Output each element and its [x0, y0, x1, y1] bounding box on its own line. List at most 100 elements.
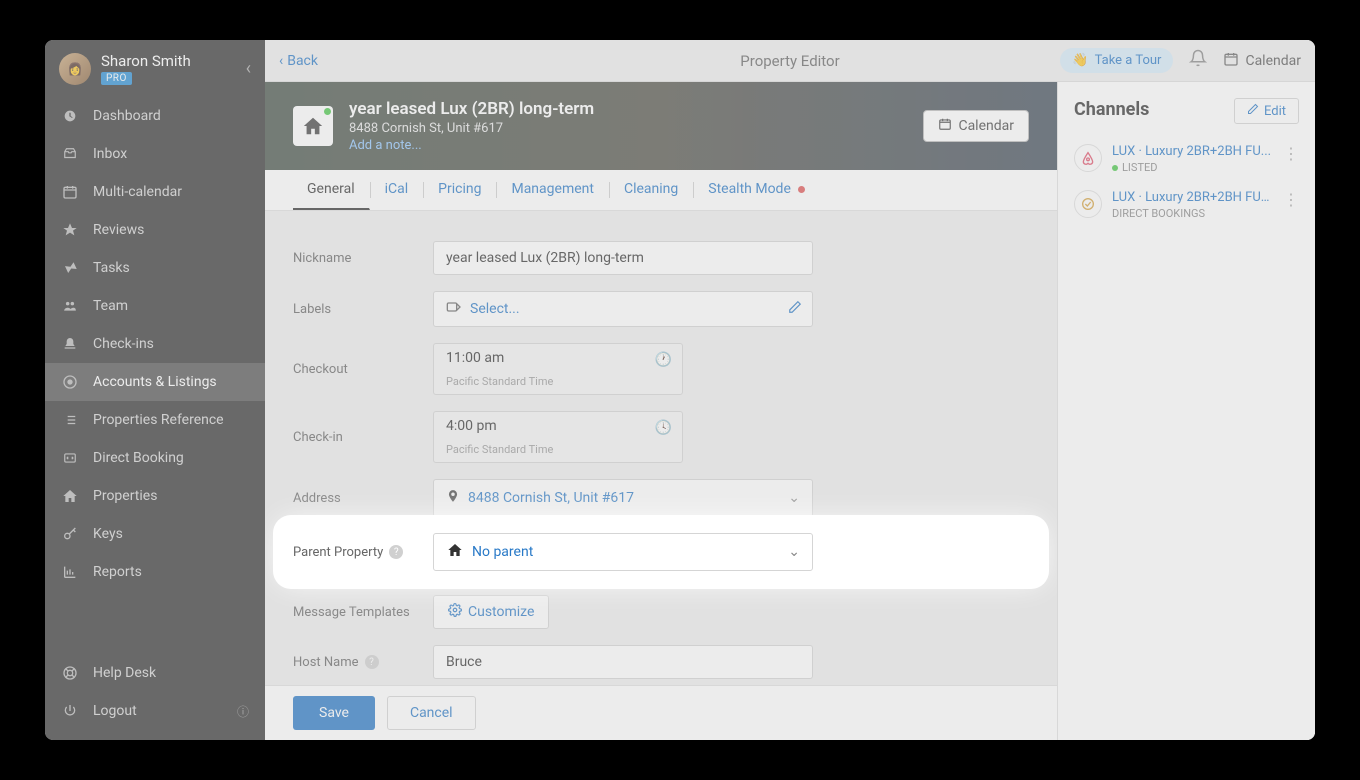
- pin-icon: [446, 488, 460, 508]
- parent-value: No parent: [472, 544, 533, 560]
- users-icon: [61, 297, 79, 315]
- labels-placeholder: Select...: [470, 301, 520, 317]
- channel-item: LUX · Luxury 2BR+2BH FURN...DIRECT BOOKI…: [1074, 182, 1299, 228]
- take-tour-button[interactable]: 👋 Take a Tour: [1060, 48, 1173, 73]
- notifications-icon[interactable]: [1189, 49, 1207, 72]
- list-icon: [61, 411, 79, 429]
- bell-icon: [61, 335, 79, 353]
- status-dot-icon: [324, 108, 331, 115]
- hero-calendar-label: Calendar: [958, 118, 1014, 134]
- sidebar-item-label: Team: [93, 298, 128, 314]
- sidebar-item-help-desk[interactable]: Help Desk: [45, 654, 265, 692]
- sidebar-item-dashboard[interactable]: Dashboard: [45, 97, 265, 135]
- property-title: year leased Lux (2BR) long-term: [349, 99, 594, 119]
- msgtpl-label: Message Templates: [293, 605, 433, 620]
- edit-icon[interactable]: [788, 300, 802, 318]
- sidebar-item-check-ins[interactable]: Check-ins: [45, 325, 265, 363]
- wave-icon: 👋: [1072, 53, 1088, 68]
- sidebar-item-label: Help Desk: [93, 665, 156, 681]
- sidebar-collapse-icon[interactable]: ‹: [246, 58, 251, 79]
- form-footer: Save Cancel: [265, 685, 1057, 740]
- sidebar-item-accounts-listings[interactable]: Accounts & Listings: [45, 363, 265, 401]
- checkin-value: 4:00 pm: [446, 418, 497, 434]
- checkin-label: Check-in: [293, 430, 433, 445]
- sidebar-item-tasks[interactable]: Tasks: [45, 249, 265, 287]
- tag-icon: [446, 300, 462, 318]
- calendar-icon: [1223, 51, 1239, 71]
- sidebar-item-reviews[interactable]: Reviews: [45, 211, 265, 249]
- tab-pricing[interactable]: Pricing: [424, 170, 496, 210]
- tab-management[interactable]: Management: [497, 170, 608, 210]
- checkin-field[interactable]: 4:00 pm Pacific Standard Time 🕓: [433, 411, 683, 463]
- address-label: Address: [293, 491, 433, 506]
- tab-cleaning[interactable]: Cleaning: [610, 170, 693, 210]
- user-block: 👩 Sharon Smith PRO ‹: [45, 40, 265, 93]
- labels-select[interactable]: Select...: [433, 291, 813, 327]
- home-icon: [446, 542, 464, 562]
- sidebar-item-properties[interactable]: Properties: [45, 477, 265, 515]
- add-note-link[interactable]: Add a note...: [349, 138, 594, 153]
- hero-calendar-button[interactable]: Calendar: [923, 110, 1029, 142]
- help-icon[interactable]: ?: [365, 655, 379, 669]
- channels-panel: Channels Edit LUX · Luxury 2BR+2BH FU...…: [1057, 82, 1315, 740]
- property-icon: [293, 106, 333, 146]
- customize-button[interactable]: Customize: [433, 595, 549, 629]
- sidebar-item-keys[interactable]: Keys: [45, 515, 265, 553]
- chevron-down-icon: ⌄: [788, 544, 800, 560]
- parent-property-select[interactable]: No parent ⌄: [433, 533, 813, 571]
- property-address: 8488 Cornish St, Unit #617: [349, 121, 594, 136]
- chevron-down-icon: ⌄: [788, 490, 800, 506]
- tab-stealth-mode[interactable]: Stealth Mode: [694, 170, 820, 210]
- edit-label: Edit: [1264, 104, 1286, 119]
- hostname-input[interactable]: Bruce: [433, 645, 813, 679]
- channel-item: LUX · Luxury 2BR+2BH FU...LISTED⋮: [1074, 136, 1299, 182]
- back-button[interactable]: ‹ Back: [279, 53, 318, 69]
- address-value: 8488 Cornish St, Unit #617: [468, 490, 634, 506]
- target-icon: [61, 373, 79, 391]
- address-select[interactable]: 8488 Cornish St, Unit #617 ⌄: [433, 479, 813, 517]
- labels-label: Labels: [293, 302, 433, 317]
- channels-edit-button[interactable]: Edit: [1234, 98, 1299, 124]
- sidebar-item-logout[interactable]: Logoutⓘ: [45, 692, 265, 730]
- clock-icon: 🕐: [655, 352, 672, 368]
- gear-icon: [448, 603, 462, 621]
- calendar-icon: [938, 117, 952, 135]
- customize-label: Customize: [468, 604, 534, 620]
- checkout-value: 11:00 am: [446, 350, 504, 366]
- help-icon[interactable]: ?: [389, 545, 403, 559]
- parent-property-row-highlight: Parent Property ? No parent ⌄: [279, 521, 1043, 583]
- tab-ical[interactable]: iCal: [371, 170, 424, 210]
- pro-badge: PRO: [101, 72, 132, 85]
- sidebar-item-direct-booking[interactable]: Direct Booking: [45, 439, 265, 477]
- more-icon[interactable]: ⋮: [1283, 190, 1299, 220]
- page-title: Property Editor: [740, 52, 839, 70]
- channel-title[interactable]: LUX · Luxury 2BR+2BH FU...: [1112, 144, 1273, 159]
- checkout-tz: Pacific Standard Time: [446, 375, 553, 388]
- sidebar-item-properties-reference[interactable]: Properties Reference: [45, 401, 265, 439]
- avatar[interactable]: 👩: [59, 53, 91, 85]
- life-icon: [61, 664, 79, 682]
- more-icon[interactable]: ⋮: [1283, 144, 1299, 174]
- channel-title[interactable]: LUX · Luxury 2BR+2BH FURN...: [1112, 190, 1273, 205]
- checkin-tz: Pacific Standard Time: [446, 443, 553, 456]
- sidebar-item-label: Tasks: [93, 260, 130, 276]
- info-icon: ⓘ: [237, 703, 249, 720]
- save-button[interactable]: Save: [293, 696, 375, 730]
- tab-general[interactable]: General: [293, 170, 370, 210]
- nickname-input[interactable]: year leased Lux (2BR) long-term: [433, 241, 813, 275]
- sidebar-item-team[interactable]: Team: [45, 287, 265, 325]
- sidebar-item-multi-calendar[interactable]: Multi-calendar: [45, 173, 265, 211]
- sidebar-item-inbox[interactable]: Inbox: [45, 135, 265, 173]
- topbar: ‹ Back Property Editor 👋 Take a Tour Cal…: [265, 40, 1315, 82]
- tour-label: Take a Tour: [1095, 53, 1162, 68]
- sidebar-item-label: Check-ins: [93, 336, 154, 352]
- checkout-field[interactable]: 11:00 am Pacific Standard Time 🕐: [433, 343, 683, 395]
- cancel-button[interactable]: Cancel: [387, 696, 476, 730]
- gauge-icon: [61, 107, 79, 125]
- tray-icon: [61, 145, 79, 163]
- calendar-label: Calendar: [1245, 53, 1301, 69]
- sidebar-item-reports[interactable]: Reports: [45, 553, 265, 591]
- calendar-link[interactable]: Calendar: [1223, 51, 1301, 71]
- chart-icon: [61, 563, 79, 581]
- sidebar-item-label: Dashboard: [93, 108, 161, 124]
